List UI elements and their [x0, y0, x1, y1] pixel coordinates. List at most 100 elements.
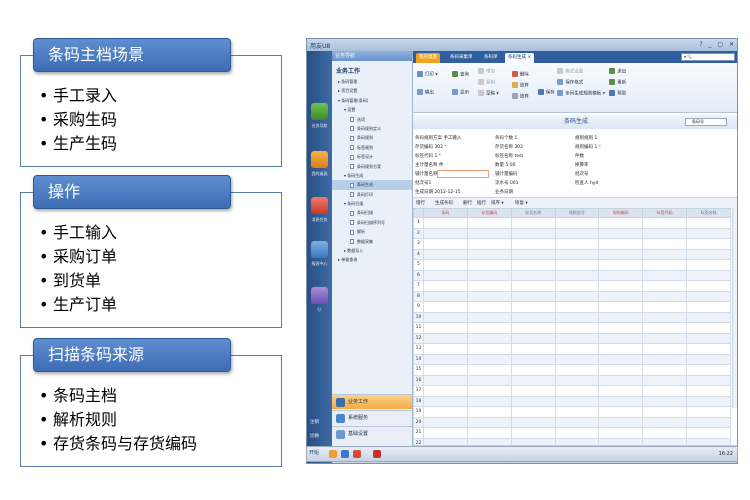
grid-toolbar-button[interactable]: 增行: [416, 200, 425, 206]
grid-cell[interactable]: [598, 311, 644, 323]
grid-cell[interactable]: [510, 322, 556, 334]
tab-collect[interactable]: 条码采集单: [447, 53, 476, 63]
grid-header-cell[interactable]: 存货名称: [510, 208, 556, 218]
grid-cell[interactable]: [598, 332, 644, 344]
grid-cell[interactable]: [554, 353, 600, 365]
grid-header-cell[interactable]: 标签代码: [642, 208, 688, 218]
grid-cell[interactable]: [422, 374, 468, 386]
grid-cell[interactable]: [510, 364, 556, 376]
grid-cell[interactable]: [510, 427, 556, 439]
grid-cell[interactable]: [686, 227, 731, 239]
table-row[interactable]: 2: [413, 227, 731, 239]
grid-cell[interactable]: [554, 290, 600, 302]
form-field[interactable]: 辅计量编码: [495, 171, 518, 177]
grid-cell[interactable]: [554, 322, 600, 334]
ribbon-button[interactable]: 删除: [511, 71, 529, 78]
switch-button[interactable]: 切换: [310, 433, 319, 439]
grid-cell[interactable]: [422, 353, 468, 365]
row-number[interactable]: 13: [413, 343, 424, 355]
grid-cell[interactable]: [422, 217, 468, 229]
nav-tree-item[interactable]: 标签设计: [332, 152, 412, 161]
grid-cell[interactable]: [510, 280, 556, 292]
form-field[interactable]: 数量 5.00: [495, 162, 515, 168]
table-row[interactable]: 8: [413, 290, 731, 302]
grid-cell[interactable]: [422, 395, 468, 407]
grid-cell[interactable]: [598, 248, 644, 260]
grid-cell[interactable]: [510, 416, 556, 428]
form-field[interactable]: 标签代码 1 *: [415, 153, 441, 159]
grid-cell[interactable]: [686, 269, 731, 281]
table-row[interactable]: 18: [413, 395, 731, 407]
nav-tree-item[interactable]: ▸ 项目设置: [332, 86, 412, 95]
grid-cell[interactable]: [686, 259, 731, 271]
grid-cell[interactable]: [554, 427, 600, 439]
grid-toolbar-button[interactable]: 生成条码: [435, 200, 453, 206]
grid-cell[interactable]: [554, 301, 600, 313]
window-controls[interactable]: ? _ ▢ ✕: [699, 41, 736, 48]
grid-cell[interactable]: [686, 248, 731, 260]
nav-tree-item[interactable]: 条码规则定义: [332, 124, 412, 133]
row-number[interactable]: 18: [413, 395, 424, 407]
grid-cell[interactable]: [642, 385, 688, 397]
grid-cell[interactable]: [642, 280, 688, 292]
grid-cell[interactable]: [642, 301, 688, 313]
ribbon-button[interactable]: 打印 ▾: [416, 71, 438, 78]
table-row[interactable]: 5: [413, 259, 731, 271]
grid-cell[interactable]: [642, 364, 688, 376]
grid-cell[interactable]: [466, 364, 512, 376]
grid-cell[interactable]: [642, 427, 688, 439]
form-field[interactable]: 生成日期 2012-12-15: [415, 189, 461, 195]
row-number[interactable]: 6: [413, 269, 424, 281]
row-number[interactable]: 8: [413, 290, 424, 302]
nav-tree-item[interactable]: ▾ 设置: [332, 105, 412, 114]
grid-toolbar-button[interactable]: 插行: [477, 200, 486, 206]
grid-cell[interactable]: [642, 374, 688, 386]
row-number[interactable]: 1: [413, 217, 424, 229]
table-row[interactable]: 14: [413, 353, 731, 365]
tab-desktop[interactable]: 我的桌面: [416, 53, 440, 63]
table-row[interactable]: 9: [413, 301, 731, 313]
row-number[interactable]: 7: [413, 280, 424, 292]
ribbon-button[interactable]: 放弃: [511, 93, 529, 100]
form-field[interactable]: 存货编码 302 *: [415, 144, 447, 150]
grid-cell[interactable]: [510, 301, 556, 313]
grid-cell[interactable]: [598, 364, 644, 376]
grid-cell[interactable]: [598, 269, 644, 281]
table-row[interactable]: 13: [413, 343, 731, 355]
table-row[interactable]: 12: [413, 332, 731, 344]
grid-cell[interactable]: [554, 385, 600, 397]
grid-cell[interactable]: [598, 217, 644, 229]
grid-cell[interactable]: [422, 311, 468, 323]
grid-cell[interactable]: [686, 427, 731, 439]
row-number[interactable]: 9: [413, 301, 424, 313]
message-task-icon[interactable]: [311, 197, 328, 214]
grid-cell[interactable]: [466, 343, 512, 355]
form-field[interactable]: 辅计量名称: [415, 171, 438, 177]
table-row[interactable]: 20: [413, 416, 731, 428]
nav-button-basic[interactable]: 基础设置: [332, 426, 412, 441]
grid-cell[interactable]: [422, 416, 468, 428]
row-number[interactable]: 21: [413, 427, 424, 439]
grid-cell[interactable]: [466, 248, 512, 260]
grid-cell[interactable]: [510, 259, 556, 271]
logout-button[interactable]: 注销: [310, 419, 319, 425]
nav-tree-item[interactable]: 条码扫描: [332, 208, 412, 217]
grid-cell[interactable]: [642, 269, 688, 281]
nav-tree-item[interactable]: ▾ 条码生成: [332, 171, 412, 180]
grid-cell[interactable]: [422, 280, 468, 292]
grid-toolbar-button[interactable]: 删行: [463, 200, 472, 206]
table-row[interactable]: 19: [413, 406, 731, 418]
grid-cell[interactable]: [642, 406, 688, 418]
desktop-icon[interactable]: [311, 151, 328, 168]
grid-cell[interactable]: [466, 238, 512, 250]
form-field[interactable]: 检查人 hyd: [575, 180, 598, 186]
nav-tree-item[interactable]: 选项: [332, 115, 412, 124]
taskbar-app-icon[interactable]: [353, 450, 361, 458]
taskbar-app-icon[interactable]: [329, 450, 337, 458]
grid-cell[interactable]: [422, 227, 468, 239]
form-field[interactable]: 件数: [575, 153, 584, 159]
nav-tree-item[interactable]: 数据采集: [332, 237, 412, 246]
row-number[interactable]: 4: [413, 248, 424, 260]
form-field[interactable]: 条码个数 1: [495, 135, 517, 141]
grid-cell[interactable]: [598, 385, 644, 397]
